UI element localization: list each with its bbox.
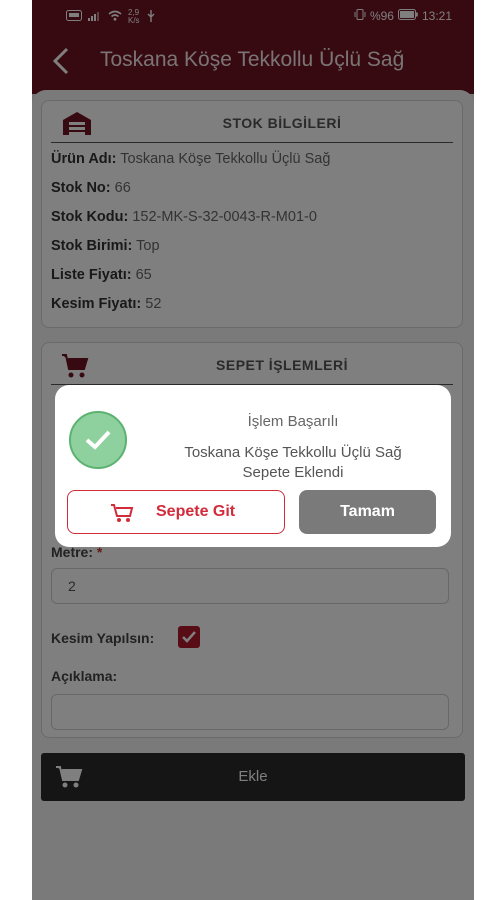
- dialog-title: İşlem Başarılı: [247, 413, 339, 430]
- dialog-message-line1: Toskana Köşe Tekkollu Üçlü Sağ: [184, 444, 402, 461]
- dialog-message: Toskana Köşe Tekkollu Üçlü Sağ Sepete Ek…: [145, 443, 441, 483]
- success-check-icon: [69, 411, 127, 469]
- cart-icon: [110, 503, 134, 528]
- ok-button[interactable]: Tamam: [299, 490, 436, 534]
- success-dialog: İşlem Başarılı Toskana Köşe Tekkollu Üçl…: [55, 385, 451, 547]
- go-to-cart-button[interactable]: Sepete Git: [67, 490, 285, 534]
- go-to-cart-label: Sepete Git: [156, 503, 236, 520]
- dialog-message-line2: Sepete Eklendi: [242, 464, 344, 481]
- phone-screen: 2,9 K/s %96 13:21 Toskana Köşe Tekkollu …: [32, 0, 474, 900]
